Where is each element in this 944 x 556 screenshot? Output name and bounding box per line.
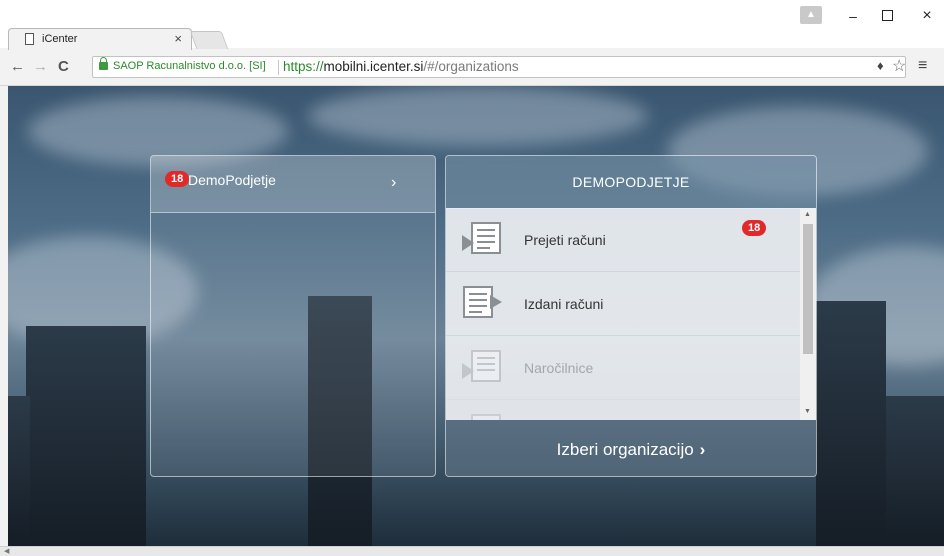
list-item-issued-invoices[interactable]: Izdani računi [446,272,800,336]
list-item-label: Naročilnice [524,360,594,376]
new-tab-button[interactable] [189,31,229,49]
panel-header: DEMOPODJETJE [446,156,816,209]
organization-item[interactable]: 18 DemoPodjetje › [151,156,435,213]
outgoing-invoice-icon [463,286,502,318]
incoming-invoice-icon [462,222,501,254]
reload-button[interactable]: C [58,58,69,76]
background-building [8,396,30,546]
lock-icon [99,57,108,70]
background-building [26,326,146,546]
scroll-down-arrow-icon[interactable]: ▼ [804,408,811,415]
user-profile-icon[interactable]: ▲ [800,6,822,24]
background-building [886,396,944,546]
scroll-left-arrow-icon[interactable]: ◀ [4,547,9,555]
list-item-label: Prejeti računi [524,232,606,248]
url-scheme: https:// [283,59,324,74]
scroll-up-arrow-icon[interactable]: ▲ [804,211,811,218]
bookmark-star-icon[interactable]: ☆ [892,56,906,76]
list-item-badge: 18 [742,220,767,236]
url-path: /#/organizations [423,59,519,74]
module-list-scrollbar[interactable]: ▲ ▼ [800,208,816,420]
order-icon [462,350,501,382]
minimize-button[interactable]: – [838,8,868,24]
list-item-label: Izdani računi [524,296,604,312]
address-bar[interactable]: SAOP Racunalnistvo d.o.o. [SI] https://m… [92,56,906,78]
back-button[interactable]: ← [10,58,25,76]
list-item-incoming-invoices[interactable]: Prejeti računi 18 [446,208,800,272]
document-icon [471,414,501,420]
url-host: mobilni.icenter.si [323,59,424,74]
page-viewport: 18 DemoPodjetje › DEMOPODJETJE Prejeti r… [8,86,944,546]
organization-name: DemoPodjetje [188,172,276,188]
organization-list-panel: 18 DemoPodjetje › [150,155,436,477]
key-icon[interactable]: ♦ [877,58,884,73]
menu-icon[interactable]: ≡ [918,57,927,75]
select-organization-button[interactable]: Izberi organizacijo › [446,420,816,476]
browser-tab[interactable]: iCenter × [8,28,192,50]
list-item-documents[interactable] [446,400,800,420]
module-list: Prejeti računi 18 Izdani računi Naročiln… [446,208,800,420]
address-separator [278,60,279,75]
select-organization-label: Izberi organizacijo [556,440,694,459]
browser-toolbar: ← → C SAOP Racunalnistvo d.o.o. [SI] htt… [0,50,944,86]
page-icon [25,33,34,45]
url-text[interactable]: https://mobilni.icenter.si/#/organizatio… [283,59,519,74]
close-window-button[interactable]: × [912,8,942,24]
organization-badge: 18 [165,171,190,187]
tab-close-icon[interactable]: × [174,32,182,46]
tab-title: iCenter [42,33,78,45]
browser-titlebar: iCenter × ▲ – × [0,0,944,50]
background-building [816,301,886,546]
chevron-right-icon: › [699,440,706,459]
background-cloud [308,86,648,146]
list-item-orders[interactable]: Naročilnice [446,336,800,400]
scrollbar-thumb[interactable] [803,224,813,354]
panel-title: DEMOPODJETJE [572,174,690,190]
forward-button[interactable]: → [33,58,48,76]
chevron-right-icon: › [391,174,397,191]
maximize-button[interactable] [872,8,902,24]
organization-detail-panel: DEMOPODJETJE Prejeti računi 18 Izdani ra… [445,155,817,477]
ev-certificate-label[interactable]: SAOP Racunalnistvo d.o.o. [SI] [113,60,266,72]
